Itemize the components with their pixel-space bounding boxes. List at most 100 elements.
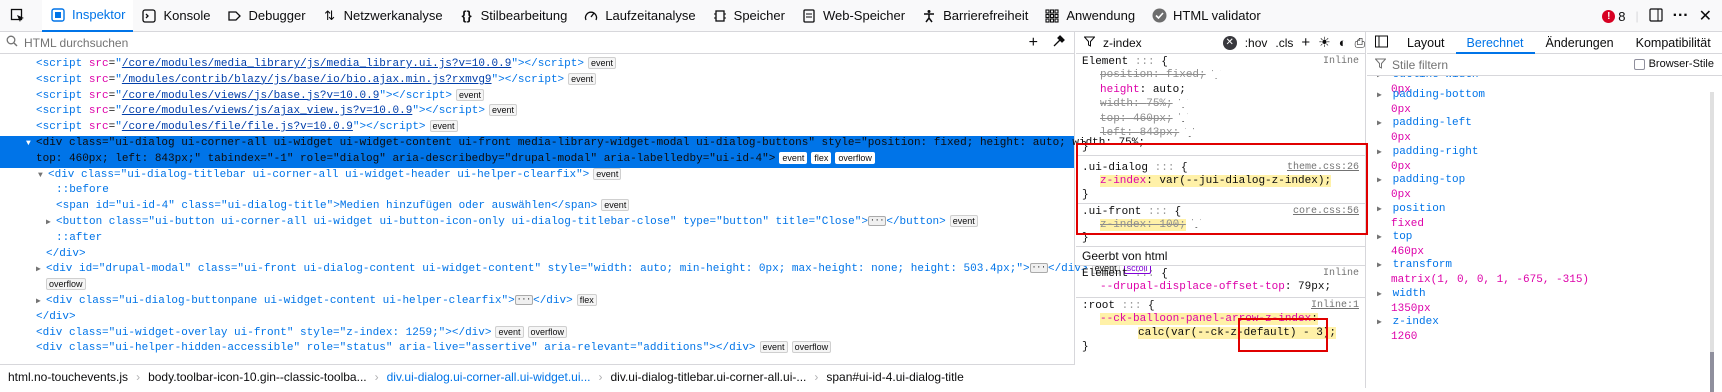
filter-icon[interactable] xyxy=(1192,219,1201,228)
css-declaration[interactable]: position: fixed; xyxy=(1082,68,1359,83)
checkbox[interactable] xyxy=(1634,59,1645,70)
expand-icon[interactable]: ▶ xyxy=(1377,203,1386,217)
dock-options-icon[interactable] xyxy=(1649,8,1663,25)
event-badge[interactable]: event xyxy=(760,341,788,353)
event-badge[interactable]: event xyxy=(601,199,629,211)
ellipsis-icon[interactable]: ··· xyxy=(868,216,886,226)
tree-node-script[interactable]: <script src="/core/modules/views/js/ajax… xyxy=(0,104,1074,120)
computed-property[interactable]: ▶ top460px xyxy=(1367,230,1722,258)
expand-icon[interactable]: ▶ xyxy=(1377,259,1386,273)
expand-twisty-icon[interactable]: ▶ xyxy=(46,215,56,231)
filter-icon[interactable] xyxy=(1212,70,1221,79)
collapse-twisty-icon[interactable]: ▼ xyxy=(26,136,36,152)
tab-performance[interactable]: Laufzeitanalyse xyxy=(575,0,703,32)
tree-node-after[interactable]: ::after xyxy=(0,231,1074,247)
tab-application[interactable]: Anwendung xyxy=(1036,0,1143,32)
filter-icon[interactable] xyxy=(1185,128,1194,137)
rule-source-link[interactable]: theme.css:26 xyxy=(1287,162,1359,173)
tree-node-span[interactable]: <span id="ui-id-4" class="ui-dialog-titl… xyxy=(0,199,1074,215)
expand-icon[interactable]: ▶ xyxy=(1377,117,1386,131)
tab-memory[interactable]: Speicher xyxy=(704,0,793,32)
event-badge[interactable]: event xyxy=(568,73,596,85)
css-declaration[interactable]: width: 75%; xyxy=(1082,97,1359,112)
close-icon[interactable]: ✕ xyxy=(1699,6,1712,26)
clear-filter-icon[interactable]: ✕ xyxy=(1223,36,1237,50)
rule-source-link[interactable]: Inline:1 xyxy=(1311,300,1359,311)
overflow-badge[interactable]: overflow xyxy=(528,326,568,338)
tree-node-script[interactable]: <script src="/core/modules/media_library… xyxy=(0,57,1074,73)
css-declaration[interactable]: z-index: var(--jui-dialog-z-index); xyxy=(1082,174,1359,189)
styles-filter[interactable]: Stile filtern Browser-Stile xyxy=(1367,54,1722,76)
script-src-link[interactable]: /core/modules/file/file.js?v=10.0.9 xyxy=(122,121,353,133)
selected-node-ui-dialog[interactable]: ▼<div class="ui-dialog ui-corner-all ui-… xyxy=(0,136,1074,168)
overflow-badge[interactable]: overflow xyxy=(46,278,86,290)
print-icon[interactable]: ⎙ xyxy=(1355,35,1365,51)
tab-debugger[interactable]: Debugger xyxy=(218,0,313,32)
ellipsis-icon[interactable]: ··· xyxy=(515,295,533,305)
rules-filter-input[interactable]: z-index xyxy=(1103,36,1215,50)
tab-accessibility[interactable]: Barrierefreiheit xyxy=(913,0,1036,32)
tree-node-drupal-modal[interactable]: ▶<div id="drupal-modal" class="ui-front … xyxy=(0,262,1074,278)
computed-property[interactable]: ▶ transformmatrix(1, 0, 0, 1, -675, -315… xyxy=(1367,258,1722,286)
event-badge[interactable]: event xyxy=(495,326,523,338)
computed-property[interactable]: ▶ padding-top0px xyxy=(1367,173,1722,201)
tab-inspector[interactable]: Inspektor xyxy=(42,0,133,32)
html-search-bar[interactable]: HTML durchsuchen + xyxy=(0,32,1074,54)
class-toggle-button[interactable]: .cls xyxy=(1275,36,1293,50)
flex-badge[interactable]: flex xyxy=(811,152,831,164)
tree-node-buttonpane[interactable]: ▶<div class="ui-dialog-buttonpane ui-wid… xyxy=(0,294,1074,310)
collapse-twisty-icon[interactable]: ▼ xyxy=(38,168,48,184)
tree-node-button[interactable]: ▶<button class="ui-button ui-corner-all … xyxy=(0,215,1074,231)
tree-node-script[interactable]: <script src="/core/modules/file/file.js?… xyxy=(0,120,1074,136)
tree-node-before[interactable]: ::before xyxy=(0,183,1074,199)
tree-node-script[interactable]: <script src="/modules/contrib/blazy/js/b… xyxy=(0,73,1074,89)
toggle-sidebar-icon[interactable] xyxy=(1367,35,1396,51)
tab-html-validator[interactable]: HTML validator xyxy=(1143,0,1269,32)
breadcrumb-item-current[interactable]: div.ui-dialog.ui-corner-all.ui-widget.ui… xyxy=(387,370,591,384)
breadcrumb-item[interactable]: html.no-touchevents.js xyxy=(8,370,128,384)
expand-icon[interactable]: ▶ xyxy=(1377,231,1386,245)
eyedropper-icon[interactable] xyxy=(1052,34,1066,53)
script-src-link[interactable]: /core/modules/views/js/base.js?v=10.0.9 xyxy=(122,90,379,102)
event-badge[interactable]: event xyxy=(456,89,484,101)
expand-twisty-icon[interactable]: ▶ xyxy=(36,294,46,310)
tree-node-script[interactable]: <script src="/core/modules/views/js/base… xyxy=(0,89,1074,105)
computed-property[interactable]: ▶ padding-bottom0px xyxy=(1367,88,1722,116)
computed-property-z-index[interactable]: ▶ z-index1260 xyxy=(1367,315,1722,343)
expand-icon[interactable]: ▶ xyxy=(1377,174,1386,188)
more-options-icon[interactable]: ··· xyxy=(1673,7,1689,25)
element-picker-button[interactable] xyxy=(0,0,42,32)
overflow-badge[interactable]: overflow xyxy=(792,341,832,353)
filter-icon[interactable] xyxy=(1179,99,1188,108)
event-badge[interactable]: event xyxy=(588,57,616,69)
breadcrumb-item[interactable]: div.ui-dialog-titlebar.ui-corner-all.ui-… xyxy=(611,370,807,384)
add-rule-icon[interactable]: + xyxy=(1301,34,1310,51)
computed-property[interactable]: ▶ width1350px xyxy=(1367,287,1722,315)
script-src-link[interactable]: /core/modules/media_library/js/media_lib… xyxy=(122,58,511,70)
expand-twisty-icon[interactable]: ▶ xyxy=(36,262,46,278)
tab-storage[interactable]: Web-Speicher xyxy=(793,0,913,32)
css-declaration[interactable]: --drupal-displace-offset-top: 79px; xyxy=(1082,280,1359,295)
tab-computed[interactable]: Berechnet xyxy=(1456,32,1535,54)
filter-icon[interactable] xyxy=(1179,113,1188,122)
error-count-badge[interactable]: !8 xyxy=(1602,9,1625,24)
tab-network[interactable]: ⇅Netzwerkanalyse xyxy=(314,0,451,32)
flex-badge[interactable]: flex xyxy=(577,294,597,306)
expand-icon[interactable]: ▶ xyxy=(1377,146,1386,160)
tab-layout[interactable]: Layout xyxy=(1396,32,1456,54)
ellipsis-icon[interactable]: ··· xyxy=(1030,263,1048,273)
browser-styles-checkbox[interactable]: Browser-Stile xyxy=(1634,58,1714,70)
tree-node-close[interactable]: </div> xyxy=(0,247,1074,263)
event-badge[interactable]: event xyxy=(779,152,807,164)
rule-source-link[interactable]: core.css:56 xyxy=(1293,206,1359,217)
event-badge[interactable]: event xyxy=(489,104,517,116)
tab-compatibility[interactable]: Kompatibilität xyxy=(1625,32,1722,54)
tab-console[interactable]: Konsole xyxy=(133,0,218,32)
breadcrumb-item[interactable]: span#ui-id-4.ui-dialog-title xyxy=(826,370,963,384)
tree-node-overlay[interactable]: <div class="ui-widget-overlay ui-front" … xyxy=(0,326,1074,342)
tree-node-close[interactable]: </div> xyxy=(0,310,1074,326)
tab-style-editor[interactable]: {}Stilbearbeitung xyxy=(451,0,576,32)
expand-icon[interactable]: ▶ xyxy=(1377,89,1386,103)
computed-property[interactable]: ▶ padding-right0px xyxy=(1367,145,1722,173)
scrollbar-thumb[interactable] xyxy=(1710,352,1714,392)
